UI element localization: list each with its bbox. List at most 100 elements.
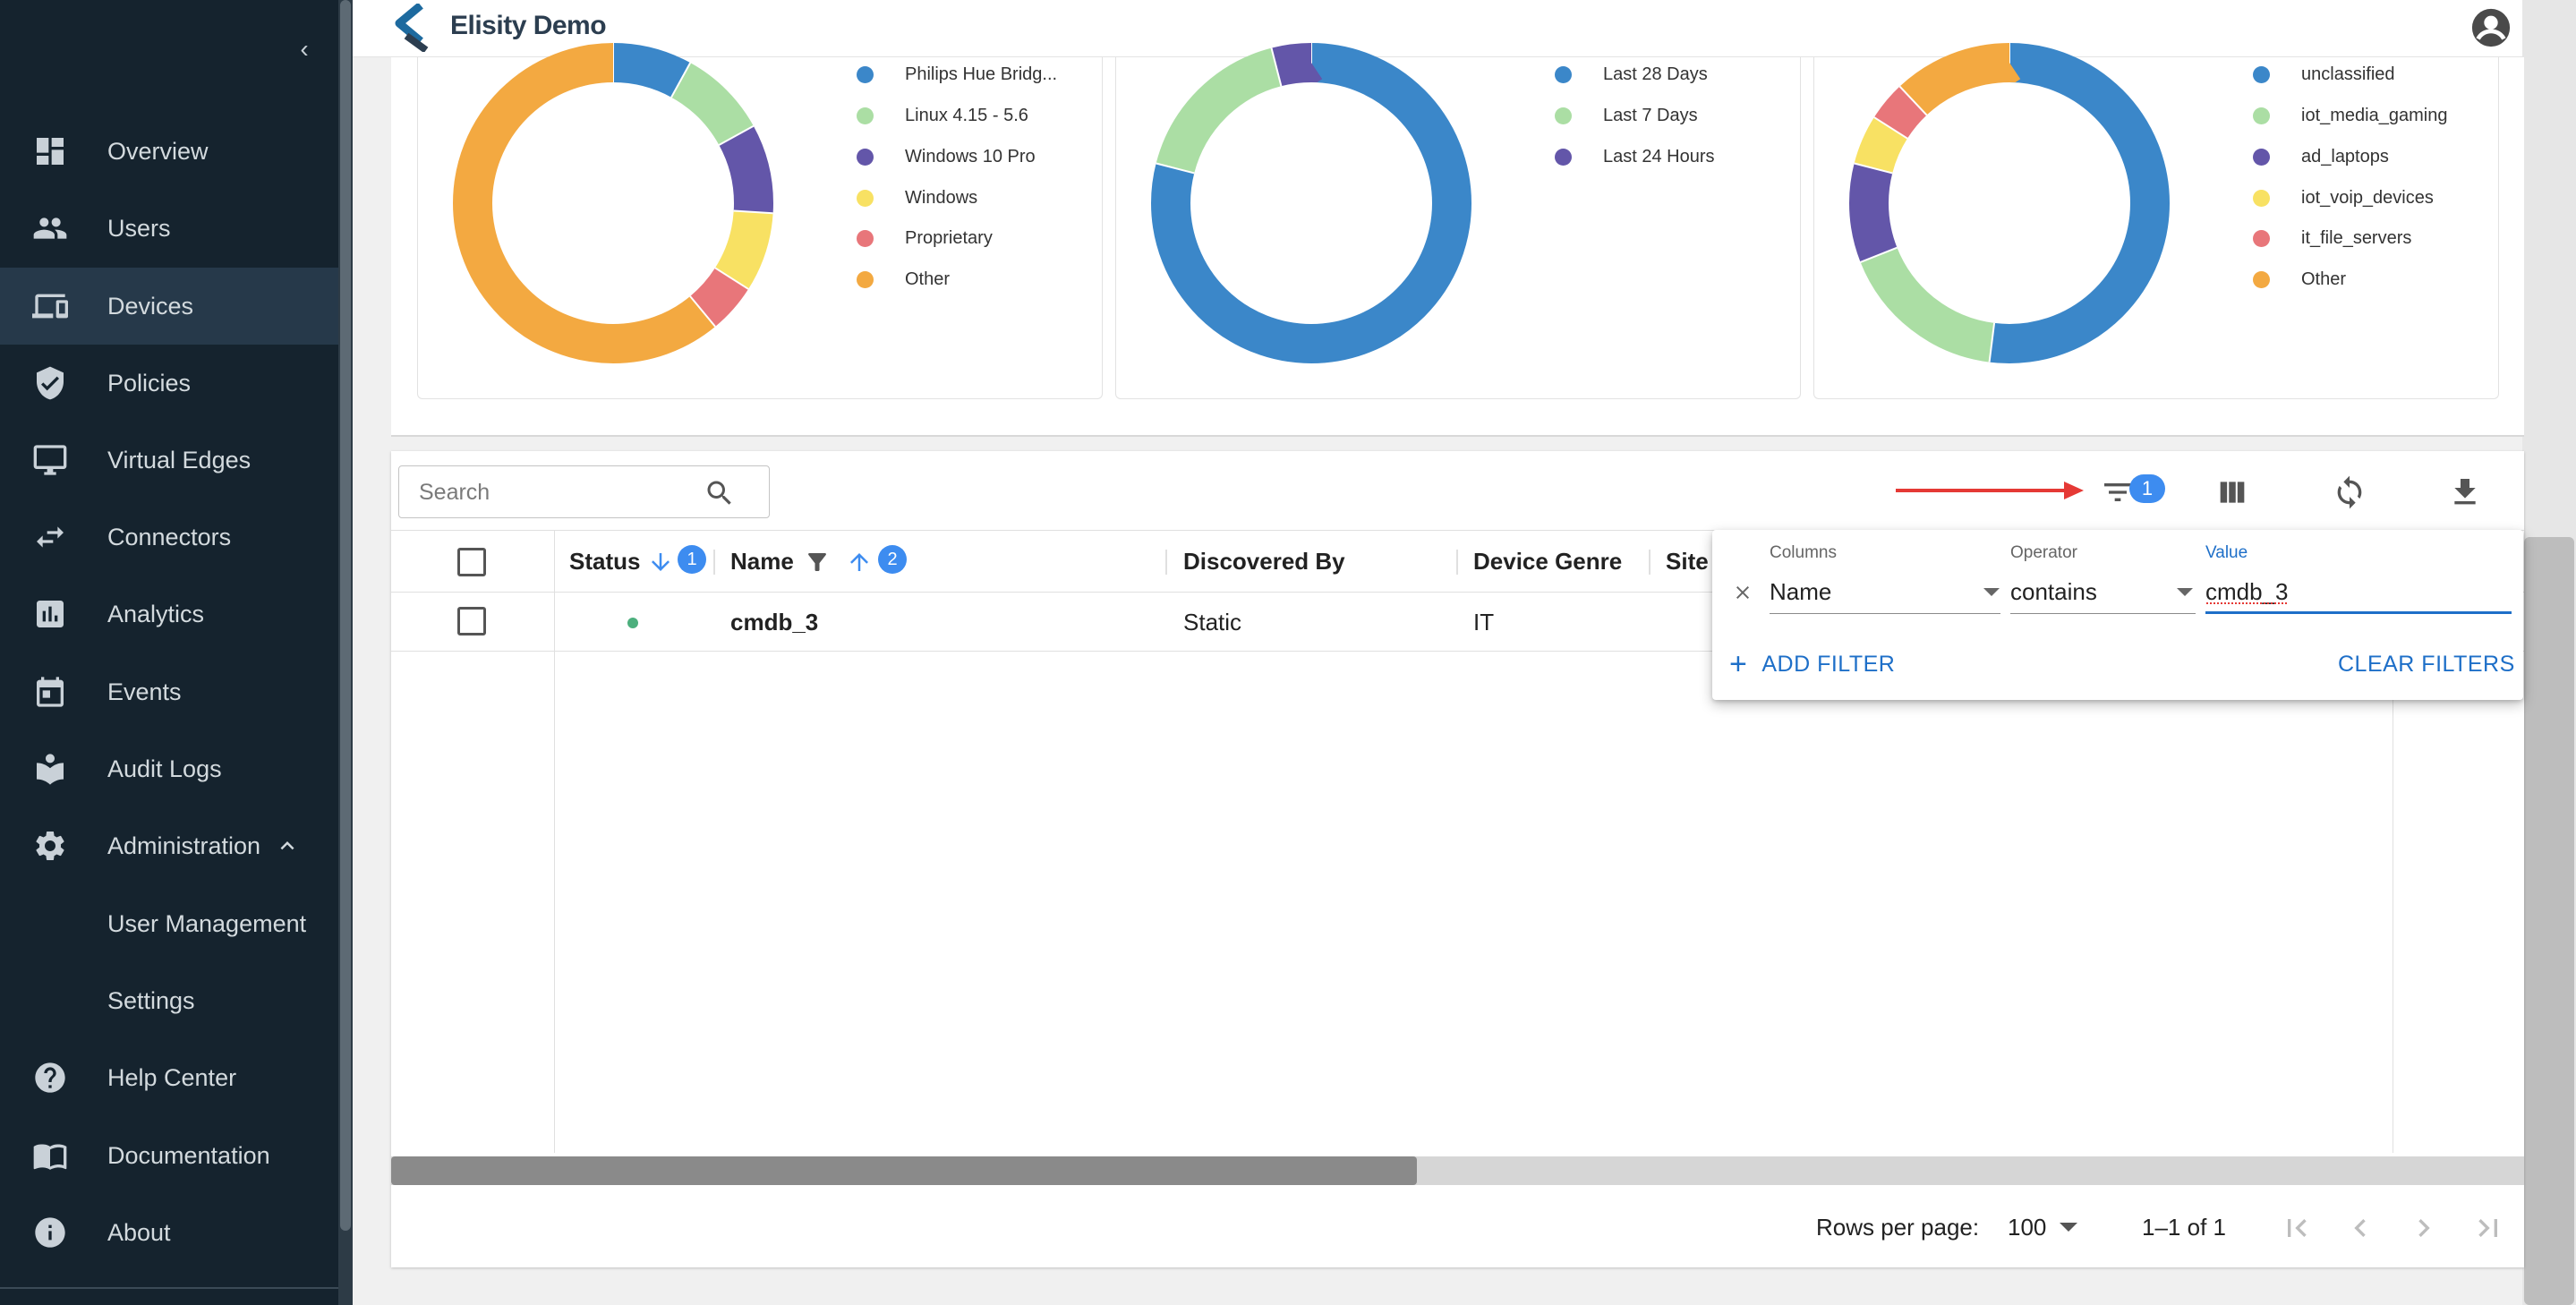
legend-label: Linux 4.15 - 5.6 — [905, 106, 1028, 125]
legend-label: ad_laptops — [2301, 147, 2389, 166]
sidebar-item-label: Settings — [107, 986, 195, 1014]
legend-item[interactable]: ad_laptops — [2253, 147, 2389, 167]
last-page-icon — [2478, 1219, 2497, 1237]
chevron-up-icon[interactable] — [274, 832, 301, 859]
legend-item[interactable]: Philips Hue Bridg... — [857, 64, 1057, 85]
collapse-sidebar-icon[interactable]: ‹ — [291, 36, 318, 63]
status-online-indicator — [627, 618, 638, 628]
sidebar-item-documentation[interactable]: Documentation — [0, 1117, 338, 1194]
monitor-icon — [30, 440, 70, 480]
sidebar-item-devices[interactable]: Devices — [0, 268, 338, 345]
column-separator — [1649, 550, 1651, 575]
os-donut-chart — [453, 43, 773, 363]
columns-label: Columns — [1770, 543, 1837, 562]
next-page-button[interactable] — [2406, 1210, 2442, 1246]
arrow-up-icon[interactable] — [846, 549, 873, 576]
operator-dropdown-icon[interactable] — [2177, 588, 2193, 596]
rows-per-page-label: Rows per page: — [1816, 1214, 1980, 1241]
users-icon — [30, 209, 70, 248]
annotation-arrow — [1896, 482, 2084, 499]
horizontal-scrollbar-thumb[interactable] — [391, 1156, 1417, 1185]
row-checkbox[interactable] — [457, 607, 486, 635]
sidebar-item-overview[interactable]: Overview — [0, 113, 338, 190]
sync-icon — [2337, 475, 2362, 509]
search-box[interactable] — [398, 465, 770, 518]
first-page-icon — [2288, 1219, 2307, 1237]
sidebar-item-help-center[interactable]: Help Center — [0, 1039, 338, 1116]
legend-item[interactable]: Windows 10 Pro — [857, 147, 1036, 167]
sidebar-item-users[interactable]: Users — [0, 190, 338, 267]
previous-page-button[interactable] — [2342, 1210, 2378, 1246]
sidebar-item-connectors[interactable]: Connectors — [0, 499, 338, 576]
search-input[interactable] — [419, 479, 687, 506]
sidebar-item-audit-logs[interactable]: Audit Logs — [0, 730, 338, 807]
sort-order-badge: 1 — [678, 545, 706, 574]
clear-filters-button[interactable]: CLEAR FILTERS — [2338, 652, 2515, 678]
download-button[interactable] — [2444, 471, 2486, 514]
legend-dot — [857, 190, 874, 207]
arrow-down-icon[interactable] — [647, 549, 674, 576]
legend-item[interactable]: Last 7 Days — [1555, 106, 1698, 126]
sidebar-item-label: Users — [107, 214, 171, 242]
sidebar-item-administration[interactable]: Administration — [0, 807, 338, 884]
value-underline — [2205, 611, 2512, 614]
cell-name[interactable]: cmdb_3 — [730, 609, 818, 636]
legend-item[interactable]: it_file_servers — [2253, 228, 2411, 249]
filter-icon[interactable] — [804, 549, 831, 576]
remove-filter-icon[interactable] — [1732, 582, 1753, 603]
operator-label: Operator — [2010, 543, 2077, 562]
swap-icon — [30, 517, 70, 557]
add-filter-button[interactable]: + ADD FILTER — [1729, 649, 1895, 679]
device-group-donut-chart — [1849, 43, 2170, 363]
first-page-button[interactable] — [2279, 1210, 2315, 1246]
legend-item[interactable]: iot_voip_devices — [2253, 188, 2434, 209]
operator-select[interactable]: contains — [2010, 578, 2097, 606]
legend-item[interactable]: Last 28 Days — [1555, 64, 1708, 85]
rows-per-page-dropdown-icon[interactable] — [2060, 1223, 2077, 1232]
legend-item[interactable]: iot_media_gaming — [2253, 106, 2447, 126]
legend-item[interactable]: Other — [2253, 269, 2346, 290]
legend-dot — [857, 230, 874, 247]
columns-button[interactable] — [2211, 471, 2254, 514]
account-avatar-icon[interactable] — [2470, 7, 2512, 48]
sidebar-item-analytics[interactable]: Analytics — [0, 576, 338, 652]
select-all-checkbox[interactable] — [457, 548, 486, 576]
value-label: Value — [2205, 543, 2248, 562]
refresh-button[interactable] — [2328, 471, 2371, 514]
column-header-status[interactable]: Status — [569, 548, 640, 576]
column-header-name[interactable]: Name — [730, 548, 794, 576]
legend-dot — [857, 271, 874, 288]
sidebar-item-virtual-edges[interactable]: Virtual Edges — [0, 422, 338, 499]
sidebar-item-user-management[interactable]: User Management — [0, 885, 338, 962]
legend-item[interactable]: Last 24 Hours — [1555, 147, 1715, 167]
sidebar-scrollbar-thumb[interactable] — [340, 0, 351, 1231]
sidebar-item-label: Documentation — [107, 1141, 270, 1169]
legend-item[interactable]: Windows — [857, 188, 977, 209]
columns-select[interactable]: Name — [1770, 578, 1831, 606]
sidebar-item-label: About — [107, 1218, 171, 1246]
legend-label: iot_voip_devices — [2301, 188, 2434, 208]
legend-item[interactable]: Linux 4.15 - 5.6 — [857, 106, 1028, 126]
sidebar-divider — [0, 1287, 338, 1289]
help-icon — [30, 1058, 70, 1097]
column-header-discovered-by[interactable]: Discovered By — [1183, 548, 1345, 576]
devices-icon — [30, 286, 70, 326]
search-icon[interactable] — [704, 477, 736, 509]
sidebar-item-label: Virtual Edges — [107, 446, 252, 473]
elisity-logo-icon — [395, 4, 429, 52]
legend-item[interactable]: Other — [857, 269, 950, 290]
column-header-site[interactable]: Site — [1666, 548, 1709, 576]
sidebar-item-policies[interactable]: Policies — [0, 345, 338, 422]
sidebar-item-events[interactable]: Events — [0, 653, 338, 730]
view-columns-icon — [2220, 482, 2245, 503]
legend-item[interactable]: Proprietary — [857, 228, 993, 249]
legend-item[interactable]: unclassified — [2253, 64, 2395, 85]
column-header-device-genre[interactable]: Device Genre — [1473, 548, 1622, 576]
sidebar-item-settings[interactable]: Settings — [0, 962, 338, 1039]
rows-per-page-select[interactable]: 100 — [2008, 1214, 2046, 1241]
last-page-button[interactable] — [2470, 1210, 2506, 1246]
page-scrollbar-thumb[interactable] — [2524, 537, 2574, 1305]
bar-chart-icon — [30, 594, 70, 634]
columns-dropdown-icon[interactable] — [1983, 588, 2000, 596]
sidebar-item-about[interactable]: About — [0, 1194, 338, 1271]
